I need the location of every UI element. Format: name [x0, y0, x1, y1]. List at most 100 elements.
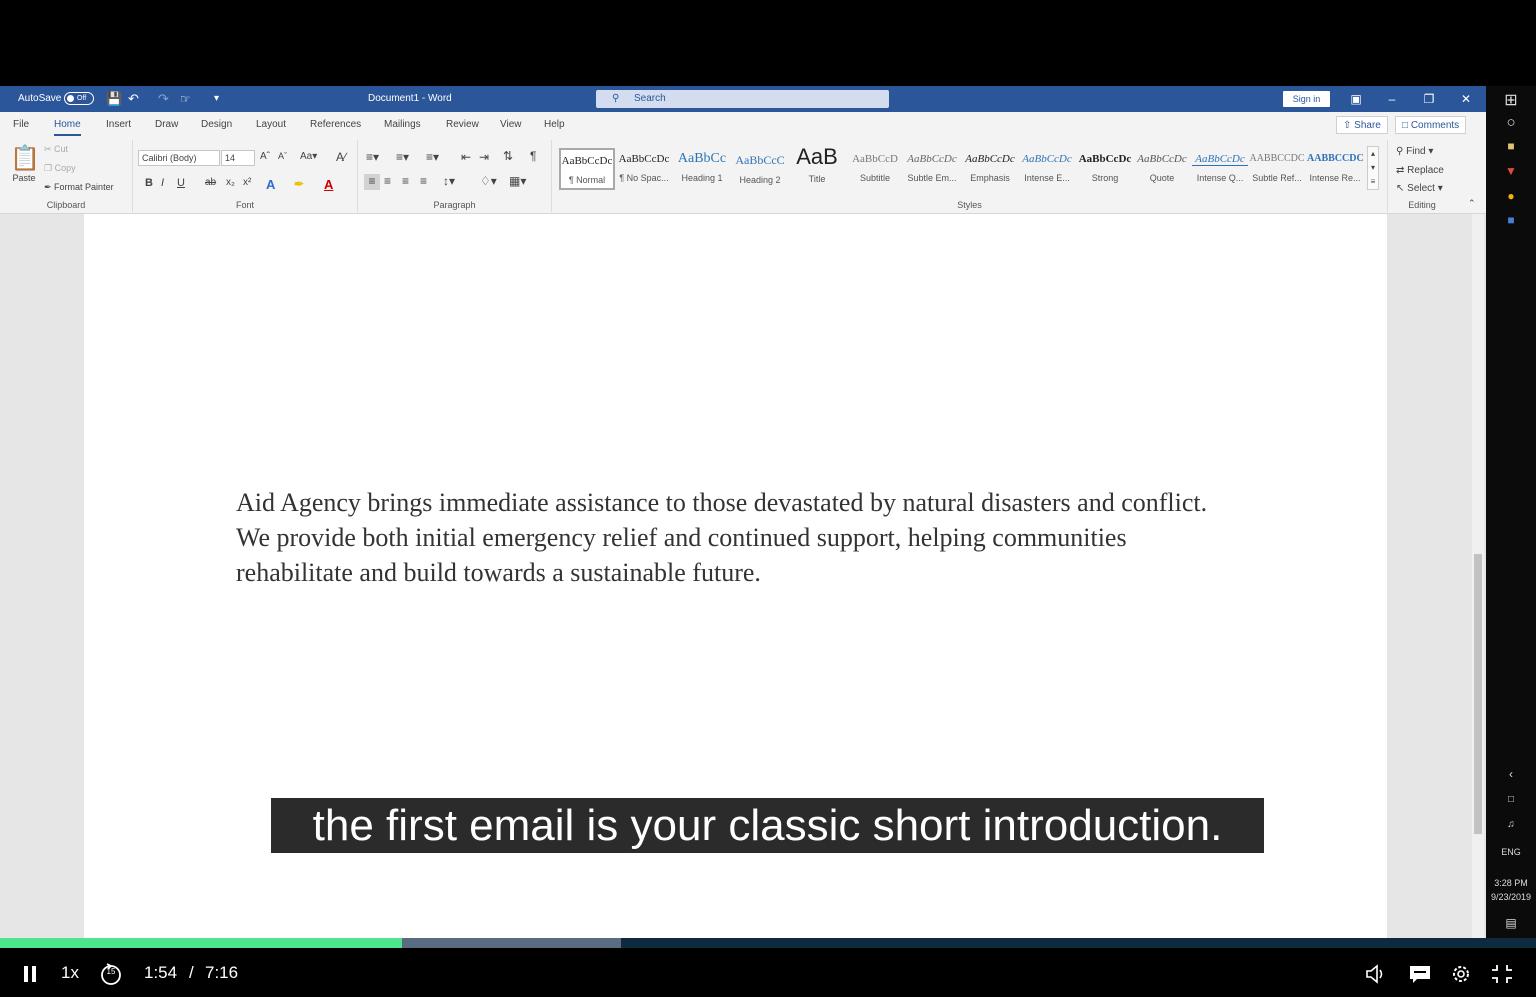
restore-button[interactable]: ❐ [1414, 86, 1444, 112]
clock-date[interactable]: 9/23/2019 [1486, 892, 1536, 902]
sort-icon[interactable]: ⇅ [503, 149, 513, 163]
style-title[interactable]: AaB Title [789, 144, 845, 190]
replace-button[interactable]: ⇄ Replace [1396, 165, 1444, 176]
font-name-select[interactable]: Calibri (Body) [138, 150, 220, 166]
tab-help[interactable]: Help [544, 112, 565, 136]
justify-icon[interactable]: ≡ [420, 174, 427, 188]
style-subtle-reference[interactable]: AABBCCDC Subtle Ref... [1249, 148, 1305, 190]
share-button[interactable]: ⇧ Share [1336, 116, 1388, 134]
brave-icon[interactable]: ▼ [1486, 164, 1536, 178]
line-spacing-icon[interactable]: ↕▾ [443, 174, 455, 188]
scrollbar-thumb[interactable] [1474, 554, 1482, 834]
search-box[interactable]: ⚲ Search [596, 90, 889, 108]
comments-button[interactable]: □ Comments [1395, 116, 1467, 134]
notifications-icon[interactable]: ▤ [1486, 916, 1536, 930]
clear-formatting-icon[interactable]: A∕ [336, 150, 346, 164]
tab-mailings[interactable]: Mailings [384, 112, 421, 136]
numbering-icon[interactable]: ≡▾ [396, 150, 409, 164]
highlight-icon[interactable]: ✒ [294, 177, 304, 191]
bullets-icon[interactable]: ≡▾ [366, 150, 379, 164]
select-button[interactable]: ↖ Select ▾ [1396, 183, 1443, 194]
save-icon[interactable]: 💾 [106, 86, 122, 112]
style-intense-quote[interactable]: AaBbCcDc Intense Q... [1192, 148, 1248, 190]
cut-button[interactable]: ✂ Cut [44, 144, 68, 155]
style-no-spacing[interactable]: AaBbCcDc ¶ No Spac... [616, 148, 672, 190]
playback-speed-button[interactable]: 1x [61, 948, 79, 997]
style-intense-emphasis[interactable]: AaBbCcDc Intense E... [1019, 148, 1075, 190]
tab-home[interactable]: Home [54, 112, 81, 136]
collapse-ribbon-icon[interactable]: ⌃ [1468, 198, 1476, 209]
style-strong[interactable]: AaBbCcDc Strong [1077, 148, 1133, 190]
shrink-font-icon[interactable]: Aˇ [278, 151, 287, 161]
style-subtle-emphasis[interactable]: AaBbCcDc Subtle Em... [904, 148, 960, 190]
windows-start-icon[interactable]: ⊞ [1486, 90, 1536, 110]
tab-references[interactable]: References [310, 112, 361, 136]
tab-design[interactable]: Design [201, 112, 232, 136]
minimize-button[interactable]: – [1377, 86, 1407, 112]
file-explorer-icon[interactable]: ■ [1486, 139, 1536, 153]
tab-review[interactable]: Review [446, 112, 479, 136]
underline-icon[interactable]: U [177, 177, 185, 189]
subscript-icon[interactable]: x₂ [226, 177, 235, 188]
strikethrough-icon[interactable]: ab [205, 177, 216, 188]
redo-icon[interactable]: ↷ [158, 86, 169, 112]
tab-insert[interactable]: Insert [106, 112, 131, 136]
align-right-icon[interactable]: ≡ [402, 174, 409, 188]
word-taskbar-icon[interactable]: ■ [1486, 213, 1536, 227]
chrome-icon[interactable]: ● [1486, 189, 1536, 203]
paste-button[interactable]: 📋 Paste [10, 144, 40, 184]
tab-file[interactable]: File [13, 112, 29, 136]
find-button[interactable]: ⚲ Find ▾ [1396, 146, 1433, 157]
align-left-icon[interactable]: ≡ [364, 174, 380, 190]
align-center-icon[interactable]: ≡ [384, 174, 391, 188]
autosave-toggle[interactable]: Off [64, 86, 94, 112]
undo-icon[interactable]: ↶ [128, 86, 139, 112]
network-icon[interactable]: □ [1486, 794, 1536, 805]
format-painter-button[interactable]: ✒ Format Painter [44, 182, 114, 193]
show-marks-icon[interactable]: ¶ [530, 149, 536, 163]
tab-layout[interactable]: Layout [256, 112, 286, 136]
multilevel-list-icon[interactable]: ≡▾ [426, 150, 439, 164]
ribbon-display-options-icon[interactable]: ▣ [1341, 86, 1371, 112]
style-normal[interactable]: AaBbCcDc ¶ Normal [559, 148, 615, 190]
clock-time[interactable]: 3:28 PM [1486, 878, 1536, 888]
tab-view[interactable]: View [500, 112, 522, 136]
font-color-icon[interactable]: A [324, 177, 333, 192]
style-heading-2[interactable]: AaBbCcC Heading 2 [732, 148, 788, 190]
copy-button[interactable]: ❐ Copy [44, 163, 76, 174]
change-case-icon[interactable]: Aa▾ [300, 151, 317, 162]
document-body-text[interactable]: Aid Agency brings immediate assistance t… [236, 485, 1216, 590]
cortana-icon[interactable]: ○ [1486, 114, 1536, 131]
style-emphasis[interactable]: AaBbCcDc Emphasis [962, 148, 1018, 190]
skip-back-button[interactable]: 15 [99, 948, 123, 997]
style-subtitle[interactable]: AaBbCcD Subtitle [847, 148, 903, 190]
chevron-left-icon[interactable]: ‹ [1486, 767, 1536, 781]
tab-draw[interactable]: Draw [155, 112, 178, 136]
style-quote[interactable]: AaBbCcDc Quote [1134, 148, 1190, 190]
shading-icon[interactable]: ♢▾ [480, 174, 497, 188]
customize-toolbar-icon[interactable]: ▾ [214, 86, 219, 112]
style-heading-1[interactable]: AaBbCc Heading 1 [674, 148, 730, 190]
text-effects-icon[interactable]: A [266, 177, 275, 192]
vertical-scrollbar[interactable] [1472, 214, 1484, 938]
language-indicator[interactable]: ENG [1486, 847, 1536, 857]
settings-button[interactable] [1450, 948, 1472, 997]
bold-icon[interactable]: B [145, 177, 153, 189]
progress-bar[interactable] [0, 938, 1536, 948]
superscript-icon[interactable]: x² [243, 177, 251, 188]
increase-indent-icon[interactable]: ⇥ [479, 150, 489, 164]
grow-font-icon[interactable]: Aˆ [260, 151, 270, 162]
close-button[interactable]: ✕ [1451, 86, 1481, 112]
volume-button[interactable] [1364, 948, 1388, 997]
style-intense-reference[interactable]: AABBCCDC Intense Re... [1307, 148, 1363, 190]
italic-icon[interactable]: I [161, 177, 164, 189]
captions-button[interactable] [1408, 948, 1432, 997]
sign-in-button[interactable]: Sign in [1283, 91, 1330, 107]
decrease-indent-icon[interactable]: ⇤ [461, 150, 471, 164]
font-size-select[interactable]: 14 [221, 150, 255, 166]
exit-fullscreen-button[interactable] [1490, 948, 1514, 997]
styles-gallery-scroll[interactable]: ▴ ▾ ≡ [1367, 146, 1379, 190]
touch-mode-icon[interactable]: ☞ [180, 86, 191, 112]
pause-button[interactable] [22, 948, 38, 997]
volume-icon[interactable]: ♫ [1486, 819, 1536, 830]
